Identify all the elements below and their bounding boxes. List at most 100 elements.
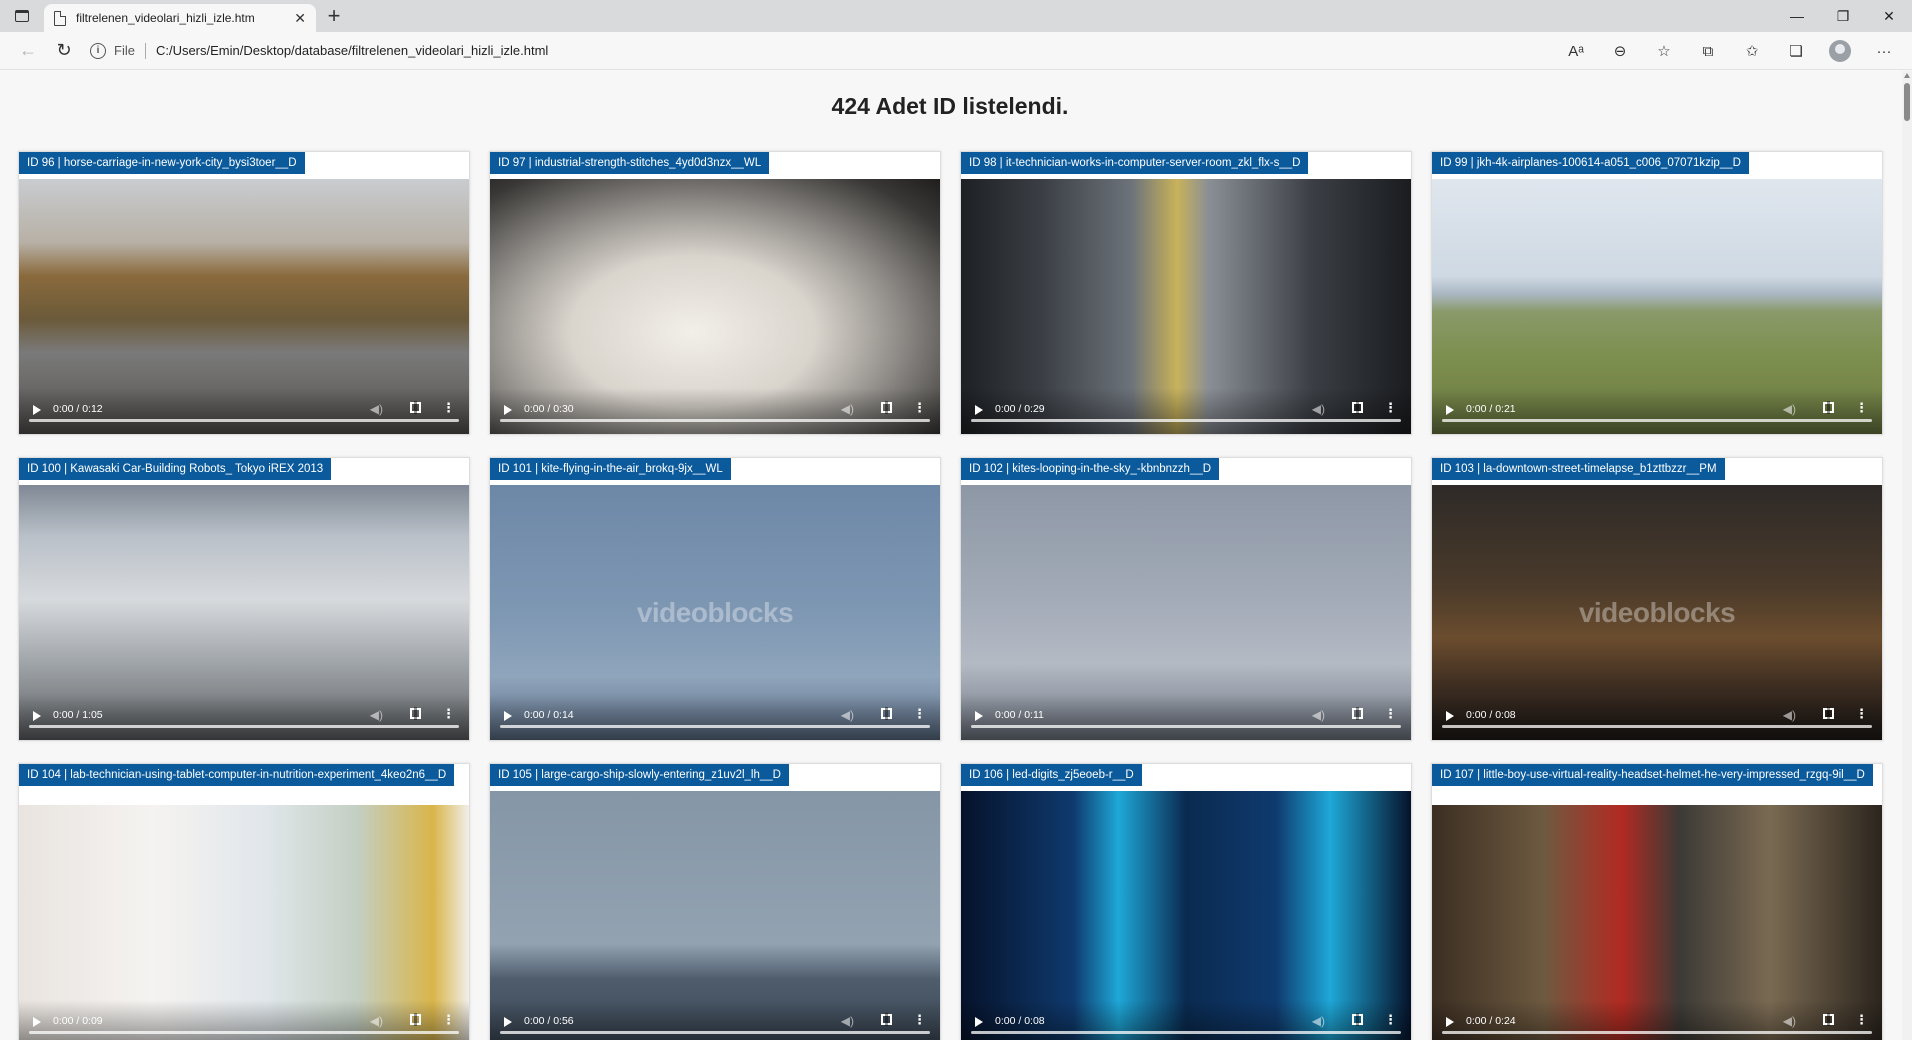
video-player[interactable]: 0:00 / 0:24 ◀) ⋮ — [1432, 805, 1882, 1040]
video-player[interactable]: videoblocks 0:00 / 0:08 ◀) ⋮ — [1432, 485, 1882, 740]
tab-actions-icon[interactable] — [0, 0, 44, 32]
fullscreen-icon[interactable] — [1352, 707, 1363, 720]
add-favorite-icon[interactable]: ☆ — [1644, 36, 1684, 66]
volume-icon[interactable]: ◀) — [1312, 708, 1325, 722]
volume-icon[interactable]: ◀) — [370, 708, 383, 722]
info-icon[interactable]: i — [90, 42, 106, 59]
video-player[interactable]: 0:00 / 1:05 ◀) ⋮ — [19, 485, 469, 740]
scroll-up-icon[interactable] — [1904, 73, 1910, 78]
video-player[interactable]: 0:00 / 0:09 ◀) ⋮ — [19, 805, 469, 1040]
play-icon[interactable] — [975, 1017, 983, 1027]
extensions-icon[interactable]: ⧉ — [1688, 36, 1728, 66]
progress-bar[interactable] — [29, 725, 459, 728]
volume-icon[interactable]: ◀) — [841, 1014, 854, 1028]
progress-bar[interactable] — [971, 1031, 1401, 1034]
video-player[interactable]: 0:00 / 0:08 ◀) ⋮ — [961, 791, 1411, 1040]
more-options-icon[interactable]: ⋮ — [1384, 400, 1397, 416]
more-options-icon[interactable]: ⋮ — [913, 1012, 926, 1028]
fullscreen-icon[interactable] — [410, 401, 421, 414]
fullscreen-icon[interactable] — [1352, 401, 1363, 414]
play-icon[interactable] — [1446, 405, 1454, 415]
volume-icon[interactable]: ◀) — [841, 402, 854, 416]
video-player[interactable]: videoblocks 0:00 / 0:14 ◀) ⋮ — [490, 485, 940, 740]
fullscreen-icon[interactable] — [1823, 707, 1834, 720]
address-bar[interactable]: i File C:/Users/Emin/Desktop/database/fi… — [90, 36, 548, 66]
play-icon[interactable] — [33, 405, 41, 415]
progress-bar[interactable] — [500, 725, 930, 728]
video-player[interactable]: 0:00 / 0:21 ◀) ⋮ — [1432, 179, 1882, 434]
more-options-icon[interactable]: ⋮ — [442, 706, 455, 722]
minimize-icon[interactable]: — — [1774, 0, 1820, 32]
fullscreen-icon[interactable] — [410, 707, 421, 720]
progress-bar[interactable] — [971, 419, 1401, 422]
more-options-icon[interactable]: ⋮ — [1384, 706, 1397, 722]
progress-bar[interactable] — [500, 419, 930, 422]
progress-bar[interactable] — [1442, 725, 1872, 728]
play-icon[interactable] — [975, 405, 983, 415]
video-player[interactable]: 0:00 / 0:29 ◀) ⋮ — [961, 179, 1411, 434]
file-icon — [54, 10, 66, 26]
play-icon[interactable] — [33, 1017, 41, 1027]
read-aloud-icon[interactable]: A͏ᵃ — [1556, 36, 1596, 66]
play-icon[interactable] — [975, 711, 983, 721]
volume-icon[interactable]: ◀) — [370, 402, 383, 416]
refresh-icon[interactable]: ↻ — [46, 36, 82, 66]
fullscreen-icon[interactable] — [410, 1013, 421, 1026]
video-player[interactable]: 0:00 / 0:11 ◀) ⋮ — [961, 485, 1411, 740]
volume-icon[interactable]: ◀) — [370, 1014, 383, 1028]
fullscreen-icon[interactable] — [1352, 1013, 1363, 1026]
volume-icon[interactable]: ◀) — [1312, 1014, 1325, 1028]
browser-tab[interactable]: filtrelenen_videolari_hizli_izle.htm ✕ — [44, 4, 316, 32]
volume-icon[interactable]: ◀) — [1783, 708, 1796, 722]
progress-bar[interactable] — [971, 725, 1401, 728]
close-tab-icon[interactable]: ✕ — [294, 10, 306, 27]
more-options-icon[interactable]: ⋮ — [913, 400, 926, 416]
volume-icon[interactable]: ◀) — [1783, 402, 1796, 416]
volume-icon[interactable]: ◀) — [1312, 402, 1325, 416]
play-icon[interactable] — [504, 1017, 512, 1027]
fullscreen-icon[interactable] — [1823, 401, 1834, 414]
scrollbar[interactable] — [1902, 71, 1912, 1040]
back-icon[interactable]: ← — [10, 36, 46, 66]
video-controls: 0:00 / 0:14 ◀) ⋮ — [490, 694, 940, 740]
video-time: 0:00 / 0:08 — [995, 1015, 1045, 1027]
fullscreen-icon[interactable] — [881, 707, 892, 720]
more-options-icon[interactable]: ⋮ — [1855, 706, 1868, 722]
more-options-icon[interactable]: ⋮ — [1384, 1012, 1397, 1028]
play-icon[interactable] — [1446, 711, 1454, 721]
video-player[interactable]: 0:00 / 0:30 ◀) ⋮ — [490, 179, 940, 434]
profile-button[interactable] — [1820, 36, 1860, 66]
address-url[interactable]: C:/Users/Emin/Desktop/database/filtrelen… — [156, 43, 548, 58]
more-options-icon[interactable]: ⋮ — [442, 400, 455, 416]
restore-icon[interactable]: ❐ — [1820, 0, 1866, 32]
video-player[interactable]: 0:00 / 0:12 ◀) ⋮ — [19, 179, 469, 434]
settings-more-icon[interactable]: ··· — [1864, 36, 1904, 66]
zoom-out-icon[interactable]: ⊖ — [1600, 36, 1640, 66]
progress-bar[interactable] — [29, 1031, 459, 1034]
fullscreen-icon[interactable] — [881, 401, 892, 414]
progress-bar[interactable] — [29, 419, 459, 422]
play-icon[interactable] — [504, 711, 512, 721]
window-controls: — ❐ ✕ — [1774, 0, 1912, 32]
play-icon[interactable] — [1446, 1017, 1454, 1027]
close-window-icon[interactable]: ✕ — [1866, 0, 1912, 32]
more-options-icon[interactable]: ⋮ — [442, 1012, 455, 1028]
volume-icon[interactable]: ◀) — [1783, 1014, 1796, 1028]
more-options-icon[interactable]: ⋮ — [913, 706, 926, 722]
fullscreen-icon[interactable] — [881, 1013, 892, 1026]
fullscreen-icon[interactable] — [1823, 1013, 1834, 1026]
volume-icon[interactable]: ◀) — [841, 708, 854, 722]
video-player[interactable]: 0:00 / 0:56 ◀) ⋮ — [490, 791, 940, 1040]
avatar — [1829, 40, 1851, 62]
collections-icon[interactable]: ❏ — [1776, 36, 1816, 66]
progress-bar[interactable] — [1442, 1031, 1872, 1034]
progress-bar[interactable] — [1442, 419, 1872, 422]
new-tab-icon[interactable]: + — [316, 0, 352, 32]
play-icon[interactable] — [504, 405, 512, 415]
favorites-icon[interactable]: ✩ — [1732, 36, 1772, 66]
play-icon[interactable] — [33, 711, 41, 721]
progress-bar[interactable] — [500, 1031, 930, 1034]
more-options-icon[interactable]: ⋮ — [1855, 400, 1868, 416]
more-options-icon[interactable]: ⋮ — [1855, 1012, 1868, 1028]
scroll-thumb[interactable] — [1904, 83, 1910, 121]
